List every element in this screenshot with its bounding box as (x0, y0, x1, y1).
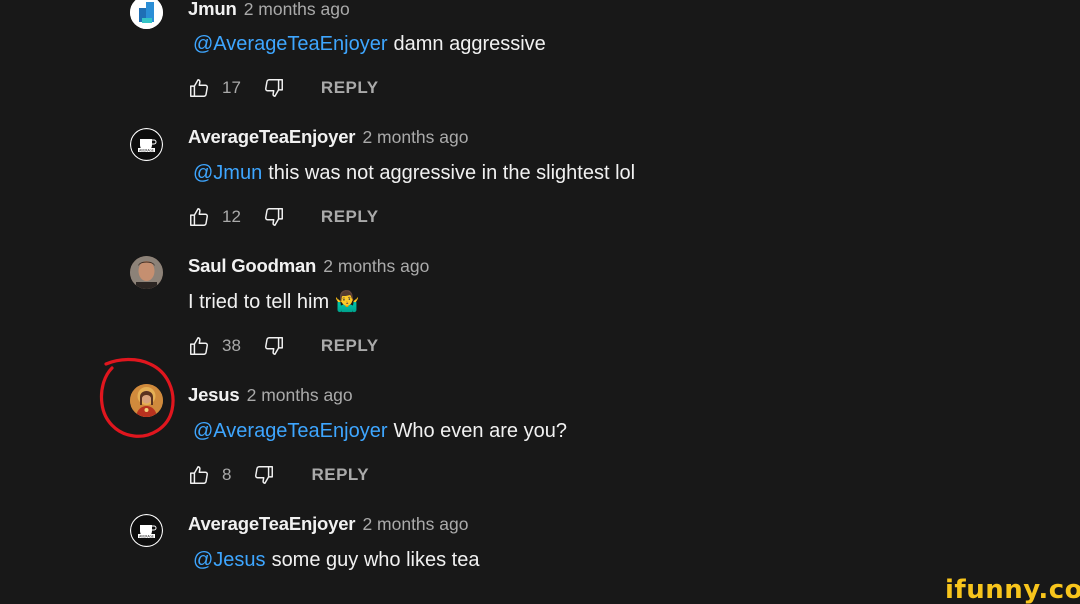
tea-cup-logo-icon: AVERAGE (130, 514, 163, 547)
avatar-label: AVERAGE (139, 148, 154, 152)
like-count: 38 (222, 336, 241, 355)
avatar[interactable]: AVERAGE (130, 514, 163, 547)
reply-button[interactable]: REPLY (311, 465, 369, 485)
avatar[interactable]: AVERAGE (130, 128, 163, 161)
timestamp[interactable]: 2 months ago (362, 514, 468, 534)
comment-actions: 12 REPLY (188, 205, 379, 229)
avatar[interactable] (130, 384, 163, 417)
avatar[interactable] (130, 0, 163, 29)
dislike-icon[interactable] (263, 206, 285, 228)
timestamp[interactable]: 2 months ago (244, 0, 350, 19)
author-name[interactable]: AverageTeaEnjoyer (188, 126, 355, 147)
author-name[interactable]: AverageTeaEnjoyer (188, 513, 355, 534)
reply-button[interactable]: REPLY (321, 78, 379, 98)
ifunny-watermark: ifunny.co (945, 575, 1080, 604)
dislike-icon[interactable] (263, 77, 285, 99)
man-portrait-icon (130, 256, 163, 289)
like-icon[interactable] (188, 335, 210, 357)
comment-header: Jmun 2 months ago (188, 0, 350, 20)
comment-actions: 17 REPLY (188, 76, 379, 100)
like-icon[interactable] (188, 464, 210, 486)
dislike-icon[interactable] (263, 335, 285, 357)
like-icon[interactable] (188, 77, 210, 99)
tea-cup-logo-icon: AVERAGE (130, 128, 163, 161)
comment-text: @AverageTeaEnjoyer damn aggressive (188, 31, 546, 57)
comment-content: this was not aggressive in the slightest… (268, 162, 636, 184)
avatar-label: AVERAGE (139, 534, 154, 538)
mention-link[interactable]: @Jesus (193, 549, 266, 571)
comment-content: some guy who likes tea (271, 549, 480, 571)
dislike-icon[interactable] (253, 464, 275, 486)
comment-content: Who even are you? (393, 420, 567, 442)
comment-content: damn aggressive (393, 33, 546, 55)
timestamp[interactable]: 2 months ago (323, 256, 429, 276)
reply-button[interactable]: REPLY (321, 336, 379, 356)
author-name[interactable]: Saul Goodman (188, 255, 316, 276)
comment-content: I tried to tell him 🤷‍♂️ (188, 291, 360, 313)
comment-text: @AverageTeaEnjoyer Who even are you? (188, 418, 567, 444)
comment-header: Saul Goodman 2 months ago (188, 255, 429, 277)
timestamp[interactable]: 2 months ago (247, 385, 353, 405)
comment-actions: 38 REPLY (188, 334, 379, 358)
comment-thread: Jmun 2 months ago @AverageTeaEnjoyer damn… (0, 0, 1080, 604)
comment-header: Jesus 2 months ago (188, 384, 353, 406)
comment-header: AverageTeaEnjoyer 2 months ago (188, 126, 468, 148)
comment-text: @Jmun this was not aggressive in the slig… (188, 160, 635, 186)
blue-blocks-logo-icon (130, 0, 163, 29)
author-name[interactable]: Jmun (188, 0, 237, 19)
reply-button[interactable]: REPLY (321, 207, 379, 227)
timestamp[interactable]: 2 months ago (362, 127, 468, 147)
mention-link[interactable]: @Jmun (193, 162, 262, 184)
comment-text: I tried to tell him 🤷‍♂️ (188, 289, 360, 315)
author-name[interactable]: Jesus (188, 384, 240, 405)
like-icon[interactable] (188, 206, 210, 228)
comment-text: @Jesus some guy who likes tea (188, 547, 479, 573)
jesus-portrait-icon (130, 384, 163, 417)
comment-header: AverageTeaEnjoyer 2 months ago (188, 513, 468, 535)
mention-link[interactable]: @AverageTeaEnjoyer (193, 33, 388, 55)
mention-link[interactable]: @AverageTeaEnjoyer (193, 420, 388, 442)
like-count: 8 (222, 465, 232, 484)
like-count: 17 (222, 78, 241, 97)
avatar[interactable] (130, 256, 163, 289)
comment-actions: 8 REPLY (188, 463, 369, 487)
like-count: 12 (222, 207, 241, 226)
